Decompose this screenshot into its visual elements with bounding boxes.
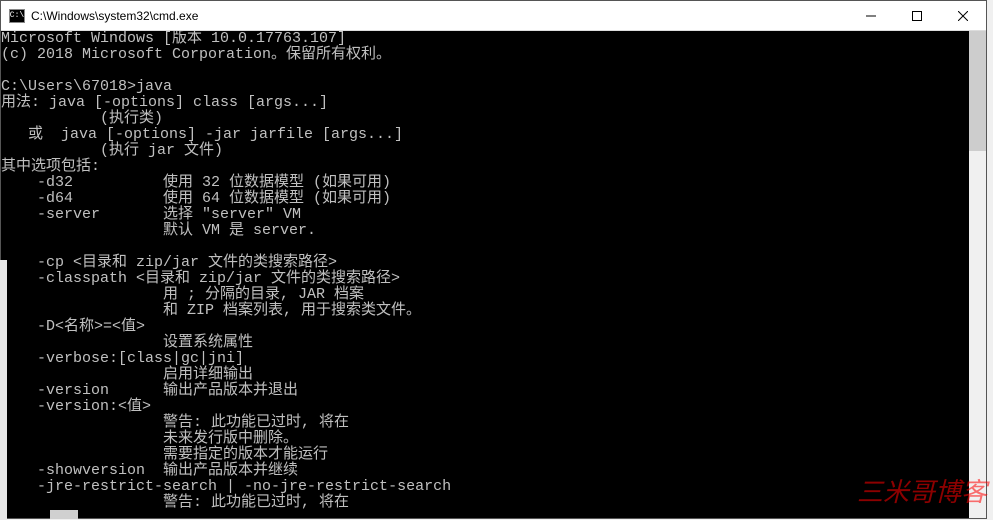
close-button[interactable] xyxy=(940,1,986,31)
window-controls xyxy=(848,1,986,30)
terminal-output[interactable]: Microsoft Windows [版本 10.0.17763.107] (c… xyxy=(1,31,969,518)
cmd-window: C:\ C:\Windows\system32\cmd.exe Microsof… xyxy=(0,0,987,519)
maximize-button[interactable] xyxy=(894,1,940,31)
minimize-button[interactable] xyxy=(848,1,894,31)
bottom-edge-artifact xyxy=(50,510,78,519)
cmd-icon: C:\ xyxy=(9,9,25,23)
vertical-scrollbar[interactable] xyxy=(969,31,986,518)
terminal-wrapper: Microsoft Windows [版本 10.0.17763.107] (c… xyxy=(1,31,986,518)
window-title: C:\Windows\system32\cmd.exe xyxy=(31,9,848,23)
left-edge-artifact xyxy=(0,260,7,520)
title-bar[interactable]: C:\ C:\Windows\system32\cmd.exe xyxy=(1,1,986,31)
scrollbar-thumb[interactable] xyxy=(969,31,986,151)
